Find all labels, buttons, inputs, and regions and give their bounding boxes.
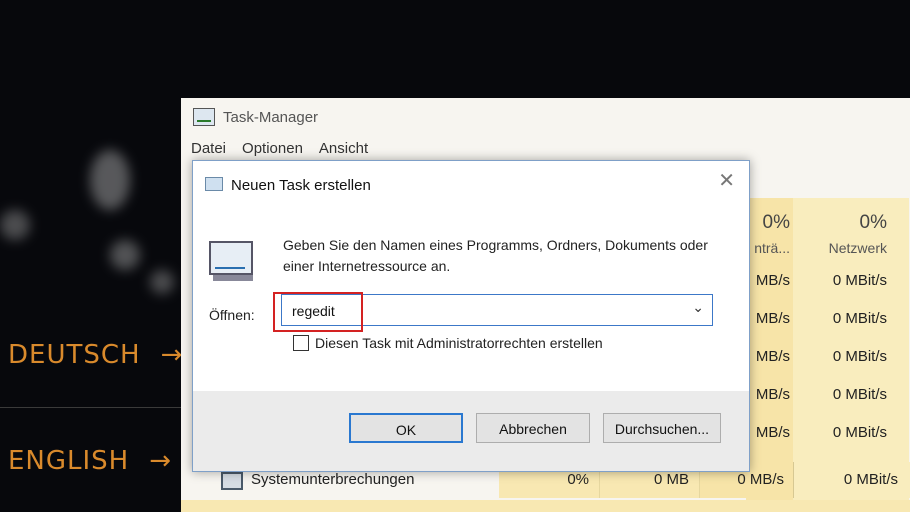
bokeh-light xyxy=(0,210,30,240)
task-manager-icon xyxy=(193,108,215,126)
admin-checkbox[interactable] xyxy=(293,335,309,351)
open-input[interactable] xyxy=(290,300,674,322)
divider xyxy=(0,407,182,408)
open-combobox[interactable]: ⌄ xyxy=(281,294,713,326)
process-name: Systemunterbrechungen xyxy=(251,471,415,488)
ok-button[interactable]: OK xyxy=(349,413,463,443)
arrow-right-icon: → xyxy=(149,446,173,476)
disk-cell: MB/s xyxy=(755,348,790,365)
menu-ansicht[interactable]: Ansicht xyxy=(319,140,368,157)
process-row-partial xyxy=(181,500,910,512)
bokeh-light xyxy=(90,150,130,210)
dialog-footer: OK Abbrechen Durchsuchen... xyxy=(193,391,749,471)
bokeh-light xyxy=(150,270,174,294)
disk-percent: 0% xyxy=(762,212,790,233)
chevron-down-icon[interactable]: ⌄ xyxy=(692,299,704,316)
menu-optionen[interactable]: Optionen xyxy=(242,140,303,157)
language-option-english[interactable]: ENGLISH → xyxy=(8,446,172,476)
disk-cell: MB/s xyxy=(755,310,790,327)
network-cell: 0 MBit/s xyxy=(832,386,887,403)
open-label: Öffnen: xyxy=(209,307,255,323)
disk-header[interactable]: nträ... xyxy=(746,240,794,256)
process-icon xyxy=(221,472,243,490)
network-percent: 0% xyxy=(859,212,887,233)
network-cell: 0 MBit/s xyxy=(832,310,887,327)
dialog-titlebar[interactable]: Neuen Task erstellen ✕ xyxy=(193,161,749,205)
network-cell: 0 MBit/s xyxy=(832,424,887,441)
admin-checkbox-label[interactable]: Diesen Task mit Administratorrechten ers… xyxy=(315,335,603,351)
language-label: ENGLISH xyxy=(8,446,130,476)
bokeh-light xyxy=(110,240,140,270)
menu-datei[interactable]: Datei xyxy=(191,140,226,157)
network-cell: 0 MBit/s xyxy=(832,348,887,365)
language-label: DEUTSCH xyxy=(8,340,141,370)
network-cell: 0 MBit/s xyxy=(832,272,887,289)
disk-cell: MB/s xyxy=(755,386,790,403)
network-header[interactable]: Netzwerk xyxy=(793,240,909,256)
dialog-description: Geben Sie den Namen eines Programms, Ord… xyxy=(283,237,708,274)
close-icon[interactable]: ✕ xyxy=(718,168,735,193)
arrow-right-icon: → xyxy=(160,340,184,370)
admin-checkbox-row[interactable]: Diesen Task mit Administratorrechten ers… xyxy=(293,335,603,351)
run-icon xyxy=(205,177,223,191)
network-cell: 0 MBit/s xyxy=(793,462,910,498)
new-task-dialog: Neuen Task erstellen ✕ Geben Sie den Nam… xyxy=(192,160,750,472)
disk-cell: MB/s xyxy=(755,272,790,289)
language-option-deutsch[interactable]: DEUTSCH → xyxy=(8,340,183,370)
cancel-button[interactable]: Abbrechen xyxy=(476,413,590,443)
menu-bar: Datei Optionen Ansicht xyxy=(191,140,368,157)
task-manager-title: Task-Manager xyxy=(223,108,319,126)
task-manager-titlebar[interactable]: Task-Manager xyxy=(181,98,910,136)
browse-button[interactable]: Durchsuchen... xyxy=(603,413,721,443)
dialog-body: Geben Sie den Namen eines Programms, Ord… xyxy=(193,205,749,391)
dialog-title: Neuen Task erstellen xyxy=(231,177,371,194)
disk-cell: MB/s xyxy=(755,424,790,441)
task-manager-large-icon xyxy=(209,241,253,281)
